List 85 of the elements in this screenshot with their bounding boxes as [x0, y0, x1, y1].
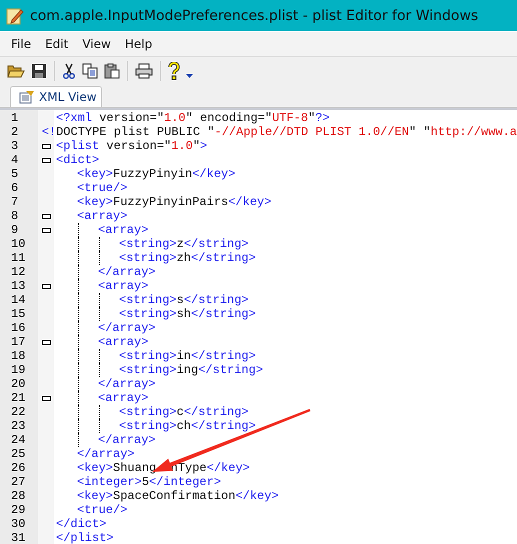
line-number: 30: [10, 517, 26, 531]
code-line: <true/>: [77, 181, 128, 195]
menu-item[interactable]: File: [4, 37, 38, 51]
code-line: </array>: [98, 377, 156, 391]
code-line: <array>: [98, 391, 148, 405]
tab[interactable]: XML View: [10, 86, 102, 107]
code-line: <!DOCTYPE plist PUBLIC "-//Apple//DTD PLIST 1.0//EN" "http://www.a: [42, 125, 517, 139]
line-number: 1: [10, 111, 20, 125]
collapse-icon[interactable]: [42, 158, 50, 162]
collapse-icon[interactable]: [42, 340, 50, 344]
line-number: 13: [10, 279, 26, 293]
code-line: <string>z</string>: [119, 237, 249, 251]
line-number: 20: [10, 377, 26, 391]
line-number: 4: [10, 153, 20, 167]
menu-item[interactable]: Help: [118, 37, 160, 51]
line-number: 3: [10, 139, 20, 153]
line-number: 27: [10, 475, 26, 489]
code-line: </array>: [98, 321, 156, 335]
code-line: <true/>: [77, 503, 128, 517]
line-number: 5: [10, 167, 20, 181]
line-number: 8: [10, 209, 20, 223]
line-number: 7: [10, 195, 20, 209]
open-folder-icon[interactable]: [7, 63, 25, 79]
line-number: 9: [10, 223, 20, 237]
line-number: 18: [10, 349, 26, 363]
code-line: <array>: [98, 223, 148, 237]
menu-item[interactable]: Edit: [38, 37, 76, 51]
code-line: </array>: [98, 265, 156, 279]
collapse-icon[interactable]: [42, 284, 50, 288]
code-line: <key>SpaceConfirmation</key>: [77, 489, 279, 503]
line-number: 21: [10, 391, 26, 405]
collapse-icon[interactable]: [42, 228, 50, 232]
notepad-pencil-icon: [6, 6, 24, 24]
code-line: <array>: [98, 335, 148, 349]
code-line: <string>ch</string>: [119, 419, 256, 433]
line-number: 25: [10, 447, 26, 461]
scissors-icon[interactable]: [62, 63, 76, 79]
line-number: 10: [10, 237, 26, 251]
code-line: <string>c</string>: [119, 405, 249, 419]
menu-item[interactable]: View: [75, 37, 118, 51]
code-line: </array>: [77, 447, 135, 461]
code-line: <integer>5</integer>: [77, 475, 222, 489]
window-title: com.apple.InputModePreferences.plist - plist Editor for Windows: [30, 8, 478, 24]
save-icon[interactable]: [31, 63, 47, 79]
code-line: </dict>: [56, 517, 106, 531]
code-line: <?xml version="1.0" encoding="UTF-8"?>: [56, 111, 330, 125]
code-line: <dict>: [56, 153, 100, 167]
line-number: 31: [10, 531, 26, 544]
line-number: 11: [10, 251, 26, 265]
code-line: </array>: [98, 433, 156, 447]
copy-icon[interactable]: [82, 63, 98, 79]
line-number: 6: [10, 181, 20, 195]
line-number: 12: [10, 265, 26, 279]
code-line: <array>: [77, 209, 128, 223]
code-line: </plist>: [56, 531, 114, 544]
collapse-icon[interactable]: [42, 144, 50, 148]
collapse-icon[interactable]: [42, 214, 50, 218]
line-number: 23: [10, 419, 26, 433]
code-line: <string>zh</string>: [119, 251, 256, 265]
line-number: 22: [10, 405, 26, 419]
collapse-icon[interactable]: [42, 396, 50, 400]
line-number: 15: [10, 307, 26, 321]
code-fragment: <key>Shuang: [77, 461, 156, 475]
line-number: 29: [10, 503, 26, 517]
code-line: <plist version="1.0">: [56, 139, 208, 153]
line-number: 24: [10, 433, 26, 447]
line-number: 19: [10, 363, 26, 377]
line-number: 16: [10, 321, 26, 335]
paste-icon[interactable]: [104, 63, 120, 79]
code-line: <string>ing</string>: [119, 363, 264, 377]
code-line: <string>in</string>: [119, 349, 256, 363]
code-line: <array>: [98, 279, 148, 293]
line-number: 26: [10, 461, 26, 475]
help-question-icon[interactable]: [168, 62, 180, 80]
printer-icon[interactable]: [135, 63, 153, 79]
code-line: <string>s</string>: [119, 293, 249, 307]
line-number: 14: [10, 293, 26, 307]
line-number: 28: [10, 489, 26, 503]
line-number: 2: [10, 125, 20, 139]
line-number: 17: [10, 335, 26, 349]
code-line: <string>sh</string>: [119, 307, 256, 321]
code-line: <key>FuzzyPinyinPairs</key>: [77, 195, 272, 209]
document-icon: [19, 90, 35, 104]
code-line: <key>FuzzyPinyin</key>: [77, 167, 236, 181]
caret-icon[interactable]: [186, 74, 193, 78]
